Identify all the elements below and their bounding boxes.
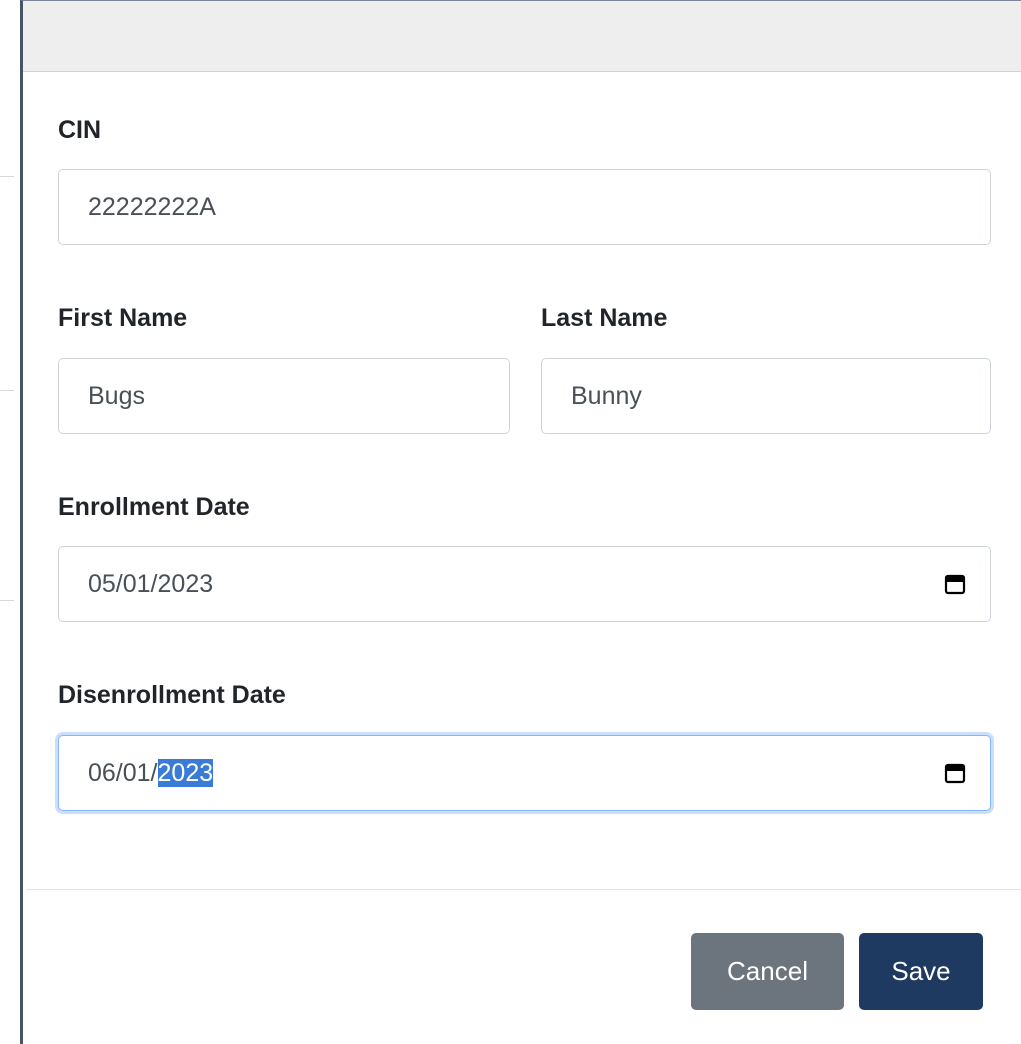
- first-name-value: Bugs: [88, 381, 145, 410]
- last-name-input[interactable]: Bunny: [541, 358, 991, 434]
- cin-value: 22222222A: [88, 192, 216, 221]
- disenrollment-date-value: 06/01/2023: [88, 758, 944, 788]
- enrollment-date-label: Enrollment Date: [58, 493, 250, 521]
- save-button[interactable]: Save: [859, 933, 983, 1010]
- dialog-header: [23, 1, 1021, 72]
- calendar-icon[interactable]: [944, 762, 966, 784]
- cin-input[interactable]: 22222222A: [58, 169, 991, 245]
- disenrollment-date-month-day: 06/01/: [88, 758, 158, 787]
- enrollment-date-input[interactable]: 05/01/2023: [58, 546, 991, 622]
- background-divider: [0, 390, 14, 391]
- cin-label: CIN: [58, 116, 102, 144]
- background-divider: [0, 600, 14, 601]
- enrollment-date-value: 05/01/2023: [88, 569, 214, 598]
- page: CIN 22222222A First Name Bugs Last Name …: [0, 0, 1021, 1044]
- background-divider: [0, 176, 14, 177]
- last-name-label: Last Name: [541, 304, 668, 332]
- first-name-input[interactable]: Bugs: [58, 358, 510, 434]
- disenrollment-date-input[interactable]: 06/01/2023: [58, 735, 991, 811]
- footer-divider: [26, 889, 1021, 890]
- edit-enrollment-dialog: CIN 22222222A First Name Bugs Last Name …: [20, 0, 1021, 1044]
- disenrollment-date-year-selected[interactable]: 2023: [157, 758, 214, 787]
- background-window-edge: [0, 0, 14, 1044]
- calendar-icon[interactable]: [944, 573, 966, 595]
- cancel-button[interactable]: Cancel: [691, 933, 844, 1010]
- disenrollment-date-label: Disenrollment Date: [58, 681, 286, 709]
- last-name-value: Bunny: [571, 381, 642, 410]
- first-name-label: First Name: [58, 304, 188, 332]
